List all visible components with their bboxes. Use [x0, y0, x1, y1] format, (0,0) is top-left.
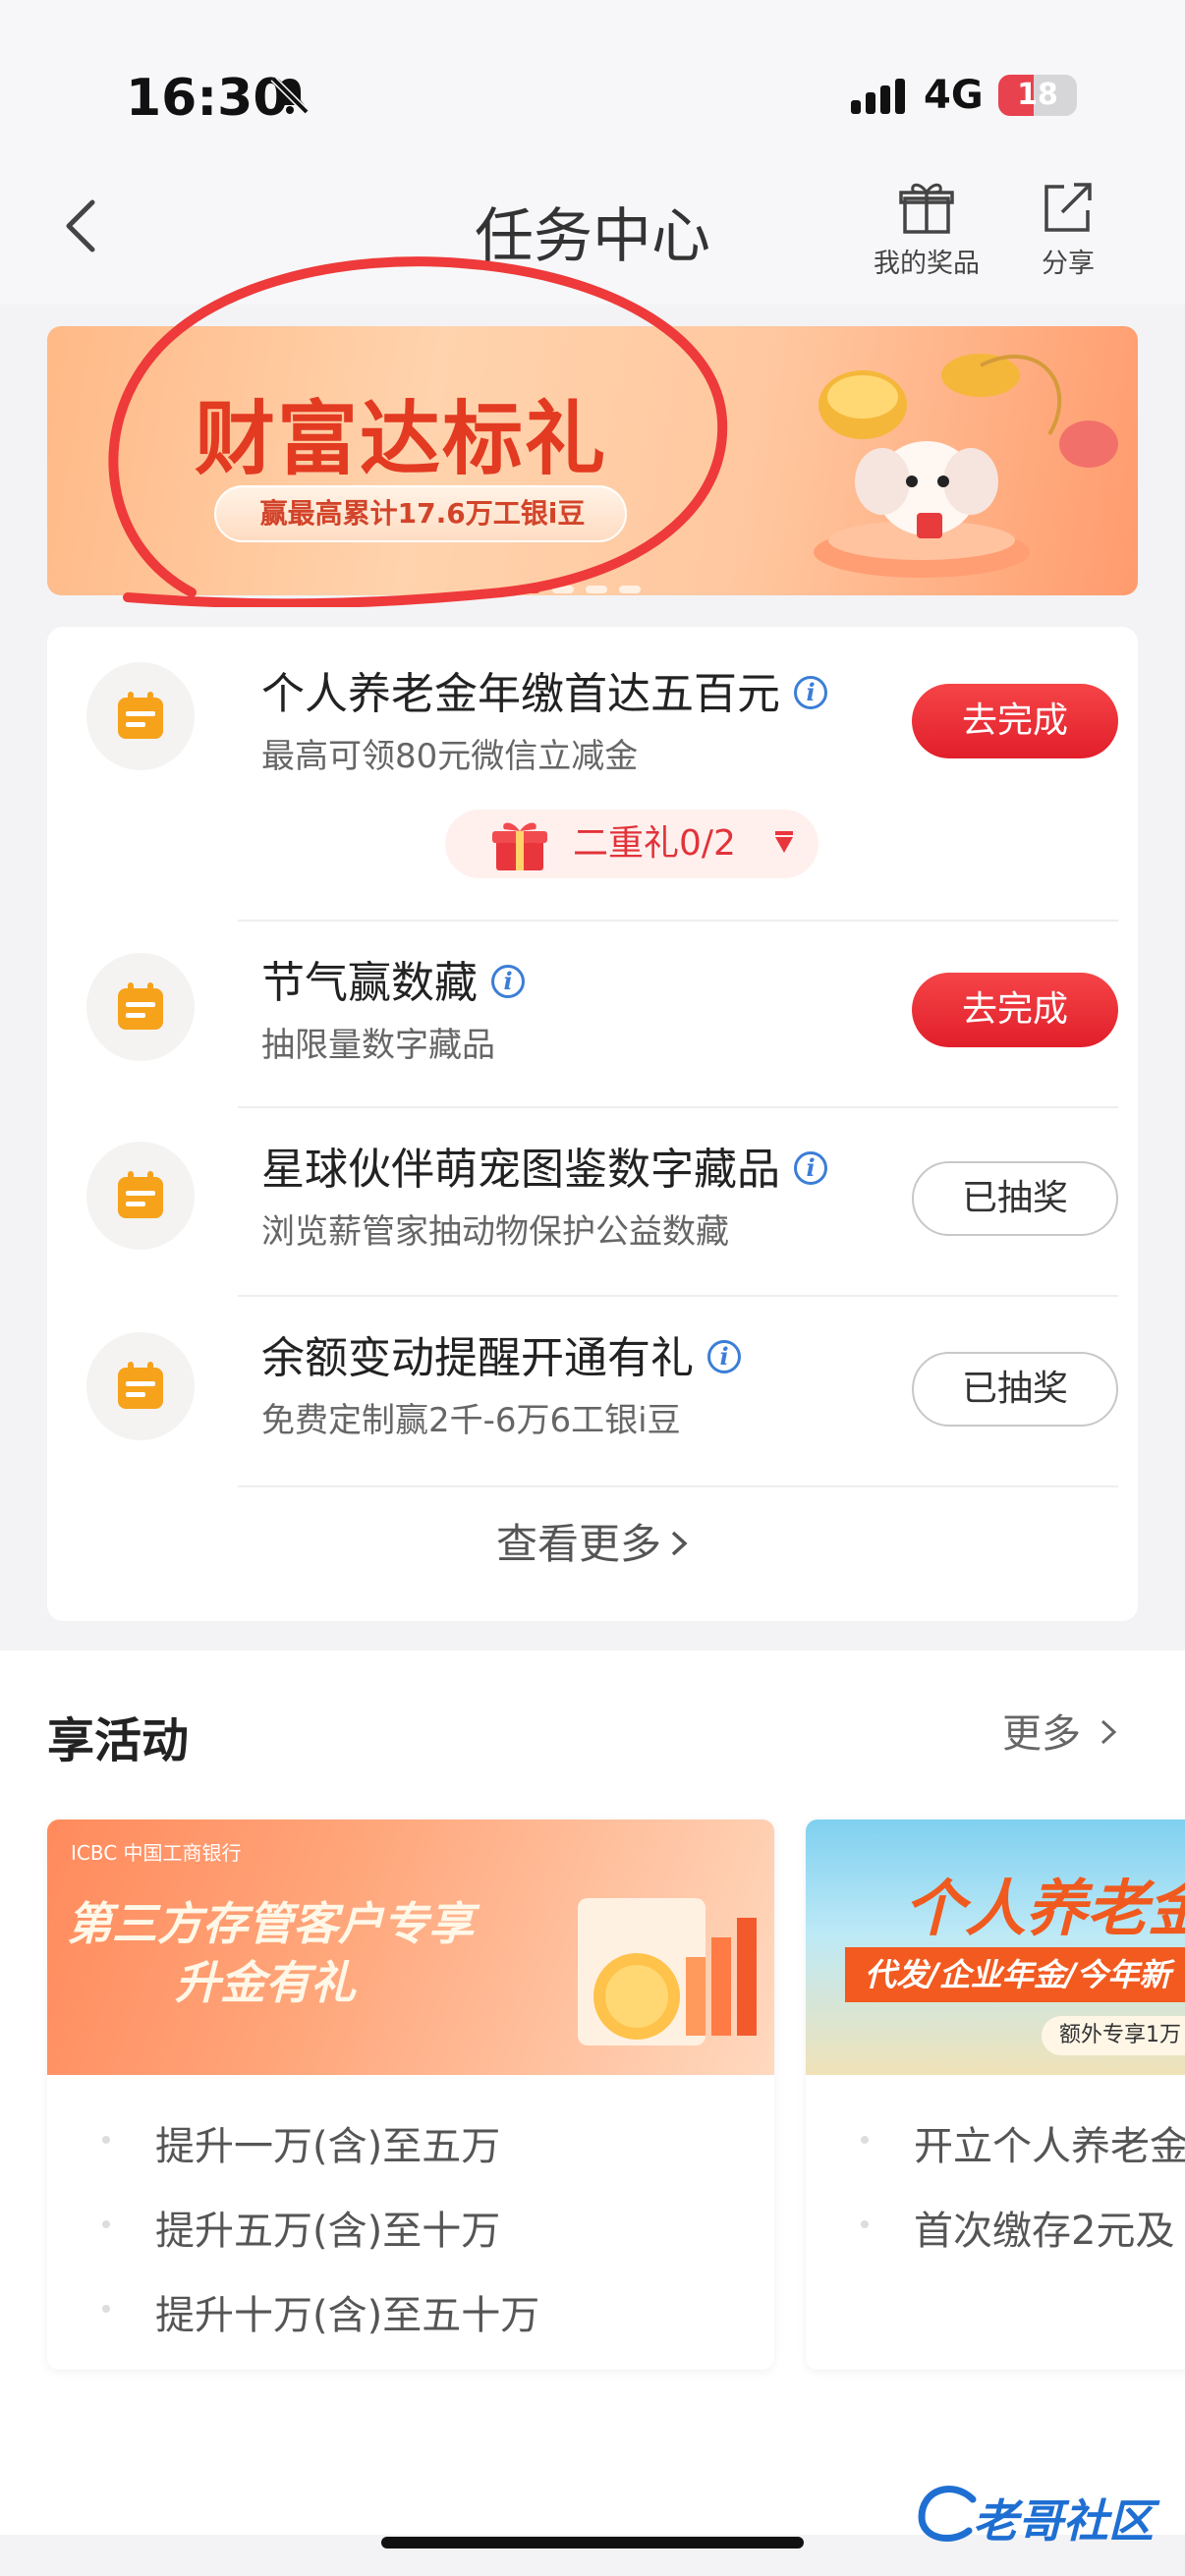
- activity-headline: 第三方存管客户专享: [67, 1897, 474, 1950]
- task-title-text: 个人养老金年缴首达五百元: [261, 669, 780, 719]
- activity-bullet-list: 提升一万(含)至五万 提升五万(含)至十万 提升十万(含)至五十万: [47, 2104, 774, 2358]
- activity-bullet-list: 开立个人养老金 首次缴存2元及: [806, 2104, 1185, 2273]
- expand-arrow-icon: [775, 831, 793, 853]
- bullet-text: 提升五万(含)至十万: [155, 2209, 501, 2254]
- task-icon-badge: [86, 953, 195, 1061]
- share-button[interactable]: 分享: [1004, 179, 1132, 287]
- activity-bullet: 开立个人养老金: [806, 2104, 1185, 2189]
- activity-headline: 个人养老金: [904, 1873, 1185, 1944]
- task-icon-badge: [86, 1142, 195, 1250]
- bullet-dot: [102, 2220, 110, 2228]
- task-title-text: 星球伙伴萌宠图鉴数字藏品: [261, 1145, 780, 1195]
- activity-tag: 额外专享1万: [1042, 2016, 1185, 2055]
- go-complete-button[interactable]: 去完成: [912, 973, 1118, 1047]
- pagination-dot: [586, 586, 607, 593]
- pagination-dot-active: [519, 586, 540, 593]
- divider: [238, 1485, 1118, 1487]
- watermark: 老哥社区: [914, 2476, 1179, 2554]
- activities-section: 享活动 更多 ICBC 中国工商银行 第三方存管客户专享 升金有礼 提升一万(含…: [0, 1651, 1185, 2535]
- task-title: 个人养老金年缴首达五百元 i: [261, 658, 827, 721]
- activity-card-image: ICBC 中国工商银行 第三方存管客户专享 升金有礼: [47, 1820, 774, 2075]
- banner-title: 财富达标礼: [195, 393, 608, 486]
- activity-headline-secondary: 代发/企业年金/今年新: [845, 1947, 1185, 2002]
- bullet-text: 提升十万(含)至五十万: [155, 2293, 540, 2338]
- task-title-text: 余额变动提醒开通有礼: [261, 1333, 694, 1383]
- calendar-icon: [118, 982, 163, 1030]
- view-more-link[interactable]: 查看更多: [47, 1511, 1138, 1571]
- gift-icon: [899, 183, 954, 234]
- nav-bar: 任务中心 我的奖品 分享: [0, 147, 1185, 305]
- activity-card[interactable]: ICBC 中国工商银行 第三方存管客户专享 升金有礼 提升一万(含)至五万 提升…: [47, 1820, 774, 2370]
- task-icon-badge: [86, 662, 195, 770]
- more-label: 更多: [1002, 1711, 1081, 1757]
- divider: [238, 1106, 1118, 1108]
- coins-illustration: [578, 1898, 757, 2045]
- bullet-text: 开立个人养老金: [914, 2124, 1185, 2169]
- info-icon[interactable]: i: [707, 1340, 741, 1373]
- bullet-text: 首次缴存2元及: [914, 2209, 1175, 2254]
- bullet-text: 提升一万(含)至五万: [155, 2124, 501, 2169]
- divider: [238, 1295, 1118, 1297]
- activity-bullet: 提升五万(含)至十万: [47, 2189, 774, 2273]
- info-icon[interactable]: i: [794, 1151, 827, 1185]
- activity-bullet: 首次缴存2元及: [806, 2189, 1185, 2273]
- my-prizes-button[interactable]: 我的奖品: [863, 179, 990, 287]
- activity-bullet: 提升一万(含)至五万: [47, 2104, 774, 2189]
- bullet-dot: [102, 2136, 110, 2144]
- battery-indicator: 18: [998, 75, 1077, 116]
- watermark-text: 老哥社区: [973, 2494, 1154, 2548]
- already-drawn-button[interactable]: 已抽奖: [912, 1352, 1118, 1427]
- bullet-dot: [861, 2220, 869, 2228]
- double-gift-progress[interactable]: 二重礼0/2: [445, 810, 818, 878]
- chevron-right-icon: [671, 1531, 688, 1555]
- activity-card-image: 个人养老金 代发/企业年金/今年新 额外专享1万: [806, 1820, 1185, 2075]
- info-icon[interactable]: i: [491, 965, 525, 998]
- calendar-icon: [118, 692, 163, 739]
- calendar-icon: [118, 1362, 163, 1409]
- home-indicator[interactable]: [381, 2537, 804, 2548]
- status-bar: 16:30 4G 18: [0, 0, 1185, 147]
- calendar-icon: [118, 1171, 163, 1218]
- banner-subtitle: 赢最高累计17.6万工银i豆: [259, 497, 586, 530]
- promo-banner[interactable]: 财富达标礼 赢最高累计17.6万工银i豆: [47, 326, 1138, 595]
- activity-headline-secondary: 升金有礼: [175, 1956, 356, 2009]
- pagination-dot: [552, 586, 574, 593]
- elephant-mascot-illustration: [814, 354, 1118, 578]
- bell-mute-icon: [270, 76, 310, 115]
- info-icon[interactable]: i: [794, 676, 827, 709]
- signal-icon: [851, 79, 905, 114]
- task-subtitle: 抽限量数字藏品: [261, 1026, 495, 1065]
- chevron-right-icon: [1100, 1719, 1117, 1745]
- more-link[interactable]: 更多: [1002, 1702, 1118, 1759]
- task-title: 节气赢数藏 i: [261, 947, 525, 1010]
- network-type: 4G: [924, 73, 984, 118]
- share-label: 分享: [1042, 249, 1095, 279]
- task-subtitle: 最高可领80元微信立减金: [261, 737, 639, 776]
- status-time: 16:30: [126, 69, 289, 128]
- bullet-dot: [102, 2305, 110, 2313]
- already-drawn-button[interactable]: 已抽奖: [912, 1161, 1118, 1236]
- activity-card[interactable]: 个人养老金 代发/企业年金/今年新 额外专享1万 开立个人养老金 首次缴存2元及: [806, 1820, 1185, 2370]
- task-title-text: 节气赢数藏: [261, 958, 478, 1008]
- bullet-dot: [861, 2136, 869, 2144]
- view-more-label: 查看更多: [495, 1520, 661, 1568]
- task-title: 余额变动提醒开通有礼 i: [261, 1322, 741, 1385]
- task-subtitle: 免费定制赢2千-6万6工银i豆: [261, 1401, 681, 1440]
- red-gift-icon: [492, 822, 547, 870]
- go-complete-button[interactable]: 去完成: [912, 684, 1118, 758]
- my-prizes-label: 我的奖品: [874, 249, 980, 279]
- section-title: 享活动: [47, 1713, 190, 1768]
- task-title: 星球伙伴萌宠图鉴数字藏品 i: [261, 1134, 827, 1197]
- activity-bullet: 提升十万(含)至五十万: [47, 2273, 774, 2358]
- task-subtitle: 浏览薪管家抽动物保护公益数藏: [261, 1212, 729, 1252]
- bank-logo-text: ICBC 中国工商银行: [71, 1841, 242, 1865]
- divider: [238, 920, 1118, 922]
- task-list-card: 个人养老金年缴首达五百元 i 最高可领80元微信立减金 去完成 二重礼0/2 节…: [47, 627, 1138, 1621]
- battery-level: 18: [1017, 78, 1058, 112]
- pagination-dot: [619, 586, 641, 593]
- banner-subtitle-pill: 赢最高累计17.6万工银i豆: [214, 485, 627, 542]
- double-gift-label: 二重礼0/2: [573, 823, 736, 864]
- task-icon-badge: [86, 1332, 195, 1440]
- share-icon: [1044, 183, 1092, 232]
